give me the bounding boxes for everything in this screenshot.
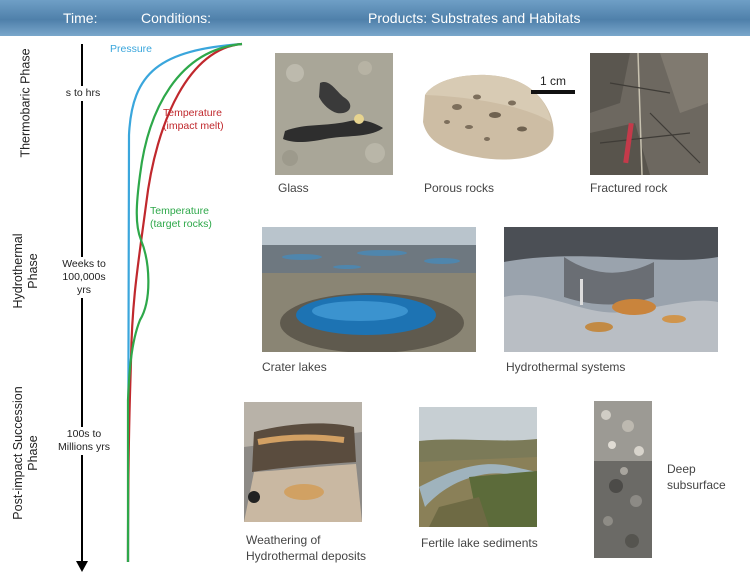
glass-caption: Glass bbox=[278, 181, 309, 195]
fractured-rock-caption: Fractured rock bbox=[590, 181, 668, 195]
fertile-lake-sediments-photo bbox=[419, 407, 537, 527]
weathering-caption: Weathering of Hydrothermal deposits bbox=[246, 533, 367, 563]
temperature-target-label: Temperature (target rocks) bbox=[150, 205, 212, 230]
deep-subsurface-photo bbox=[594, 401, 652, 558]
glass-photo bbox=[275, 53, 393, 175]
fertile-lake-sediments-caption: Fertile lake sediments bbox=[421, 536, 538, 550]
temperature-melt-label: Temperature (impact melt) bbox=[163, 107, 224, 132]
crater-lakes-photo bbox=[262, 227, 476, 352]
pressure-label: Pressure bbox=[110, 43, 153, 55]
deep-subsurface-caption: Deep subsurface bbox=[667, 462, 726, 492]
fractured-rock-photo bbox=[590, 53, 708, 175]
hydrothermal-systems-photo bbox=[504, 227, 718, 352]
scale-bar: 1 cm bbox=[528, 74, 578, 94]
weathering-photo bbox=[244, 402, 362, 522]
hydrothermal-systems-caption: Hydrothermal systems bbox=[506, 360, 626, 374]
porous-rocks-caption: Porous rocks bbox=[424, 181, 495, 195]
crater-lakes-caption: Crater lakes bbox=[262, 360, 327, 374]
